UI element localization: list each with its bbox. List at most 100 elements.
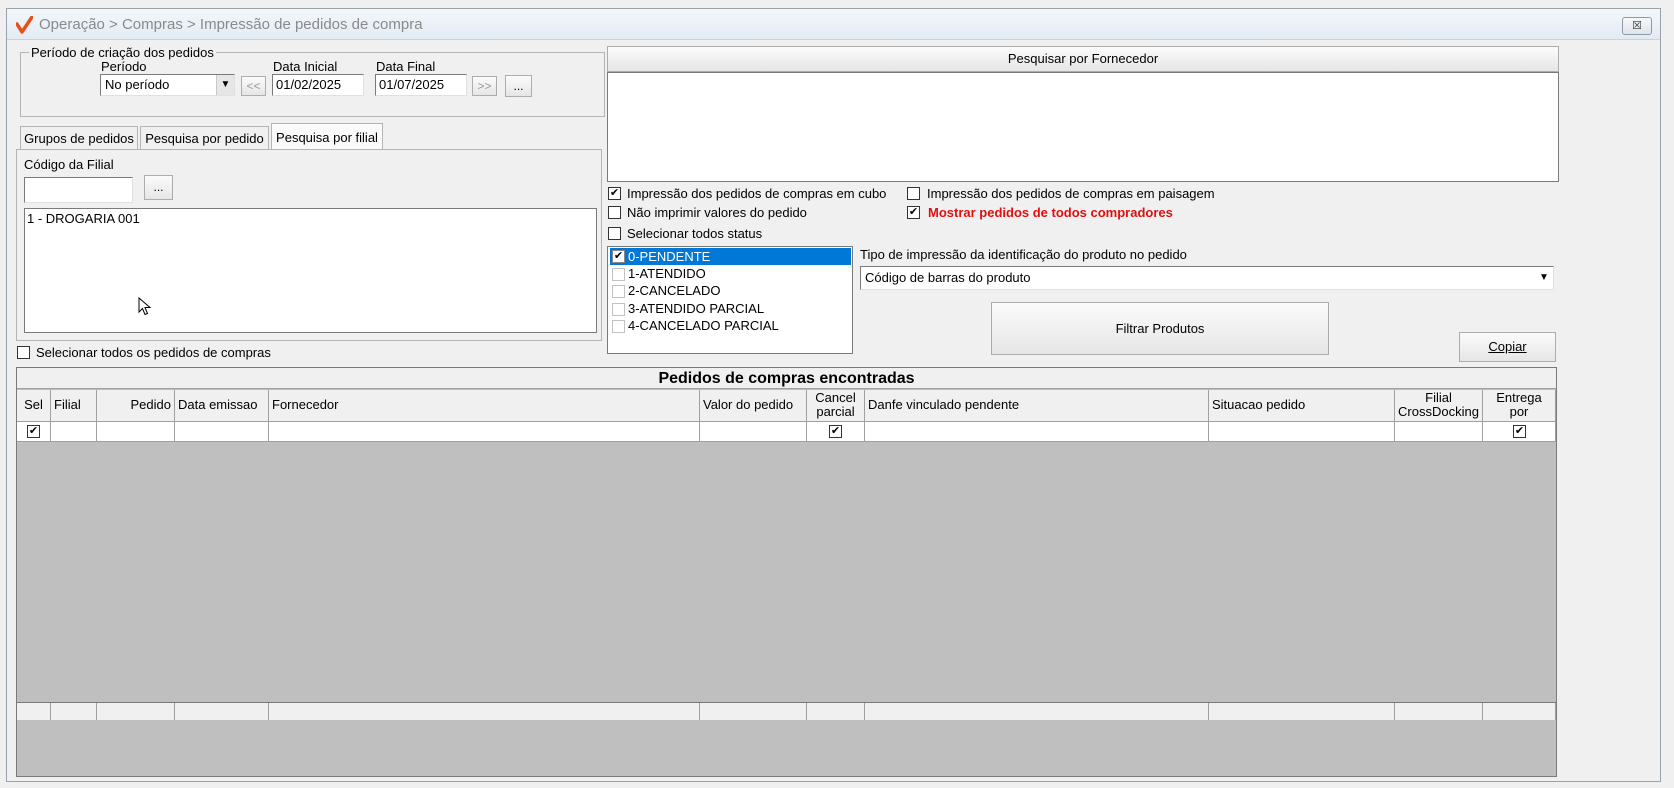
column-header-sel[interactable]: Sel [17,390,51,422]
status-checkbox[interactable] [612,285,625,298]
pedidos-grid: Pedidos de compras encontradas Sel Filial… [16,367,1557,777]
tipo-impressao-label: Tipo de impressão da identificação do pr… [860,247,1187,262]
footer-cell-fornecedor [269,703,700,720]
footer-cell-filial_cd [1395,703,1483,720]
chevron-down-icon[interactable]: ▼ [216,75,234,95]
tab-pesquisa-filial[interactable]: Pesquisa por filial [271,123,383,150]
status-label: 2-CANCELADO [628,283,721,298]
column-header-label: Sel [24,397,43,412]
table-cell-sel[interactable]: ✔ [17,422,51,442]
selecionar-status-checkbox[interactable] [608,227,621,240]
column-header-valor[interactable]: Valor do pedido [700,390,807,422]
column-header-label: Valor do pedido [703,397,794,412]
column-header-label: Entrega por OL [1496,390,1542,422]
column-header-pedido[interactable]: Pedido [97,390,175,422]
periodo-select[interactable]: No período ▼ [100,74,235,96]
list-item[interactable]: 2-CANCELADO [610,283,851,300]
row-checkbox-entrega_ol[interactable]: ✔ [1513,425,1526,438]
mostrar-todos-checkbox[interactable]: ✔ [907,206,920,219]
column-header-label: Situacao pedido [1212,397,1306,412]
periodo-select-value: No período [105,77,170,92]
list-item[interactable]: ✔ 0-PENDENTE [610,248,851,265]
copiar-button[interactable]: Copiar [1459,332,1556,362]
table-row[interactable]: ✔ ✔ ✔ [17,422,1556,442]
prev-period-button[interactable]: << [241,76,266,96]
table-cell-danfe[interactable] [865,422,1209,442]
table-cell-entrega_ol[interactable]: ✔ [1483,422,1556,442]
footer-cell-valor [700,703,807,720]
periodo-more-button[interactable]: ... [505,75,532,97]
table-cell-cancel_parcial[interactable]: ✔ [807,422,865,442]
title-bar: Operação > Compras > Impressão de pedido… [7,9,1660,40]
status-checkbox[interactable]: ✔ [612,250,625,263]
status-checkbox[interactable] [612,303,625,316]
column-header-label: Danfe vinculado pendente [868,397,1020,412]
column-header-label: Fornecedor [272,397,339,412]
list-item[interactable]: 3-ATENDIDO PARCIAL [610,301,851,318]
cubo-label: Impressão dos pedidos de compras em cubo [627,186,887,201]
table-cell-filial_cd[interactable] [1395,422,1483,442]
filtrar-produtos-button[interactable]: Filtrar Produtos [991,302,1329,355]
status-checkbox[interactable] [612,268,625,281]
chevron-down-icon[interactable]: ▼ [1535,267,1553,289]
footer-cell-sel [17,703,51,720]
paisagem-checkbox[interactable] [907,187,920,200]
footer-cell-entrega_ol [1483,703,1556,720]
data-final-label: Data Final [376,59,436,74]
row-checkbox-sel[interactable]: ✔ [27,425,40,438]
column-header-situacao[interactable]: Situacao pedido [1209,390,1395,422]
column-header-label: Data emissao [178,397,258,412]
footer-cell-data_emissao [175,703,269,720]
main-window: Operação > Compras > Impressão de pedido… [6,8,1661,782]
periodo-group-legend: Período de criação dos pedidos [31,45,214,60]
column-header-data_emissao[interactable]: Data emissao [175,390,269,422]
status-checkbox[interactable] [612,320,625,333]
column-header-filial_cd[interactable]: Filial CrossDocking [1395,390,1483,422]
tab-pesquisa-pedido[interactable]: Pesquisa por pedido [140,126,269,150]
table-cell-pedido[interactable] [97,422,175,442]
grid-footer [17,702,1556,720]
codigo-filial-input[interactable] [24,177,133,203]
pesquisar-fornecedor-button[interactable]: Pesquisar por Fornecedor [607,46,1559,72]
list-item[interactable]: 1 - DROGARIA 001 [27,211,140,226]
footer-cell-cancel_parcial [807,703,865,720]
tab-grupos-pedidos[interactable]: Grupos de pedidos [20,126,138,150]
filial-list[interactable]: 1 - DROGARIA 001 [24,208,597,333]
column-header-danfe[interactable]: Danfe vinculado pendente [865,390,1209,422]
list-item[interactable]: 4-CANCELADO PARCIAL [610,318,851,335]
data-inicial-input[interactable]: 01/02/2025 [272,74,364,96]
selecionar-status-label: Selecionar todos status [627,226,763,241]
table-cell-valor[interactable] [700,422,807,442]
data-final-input[interactable]: 01/07/2025 [375,74,467,96]
status-label: 3-ATENDIDO PARCIAL [628,301,765,316]
table-cell-filial[interactable] [51,422,97,442]
nao-imprimir-label: Não imprimir valores do pedido [627,205,807,220]
row-checkbox-cancel_parcial[interactable]: ✔ [829,425,842,438]
column-header-entrega_ol[interactable]: Entrega por OL [1483,390,1556,422]
status-list[interactable]: ✔ 0-PENDENTE 1-ATENDIDO 2-CANCELADO 3-AT… [607,246,853,354]
grid-header: Sel Filial Pedido Data emissao Fornecedor Val… [17,390,1556,422]
codigo-filial-label: Código da Filial [24,157,114,172]
table-cell-data_emissao[interactable] [175,422,269,442]
footer-cell-pedido [97,703,175,720]
fornecedor-list[interactable] [607,72,1559,182]
status-label: 0-PENDENTE [628,249,711,264]
list-item[interactable]: 1-ATENDIDO [610,266,851,283]
column-header-filial[interactable]: Filial [51,390,97,422]
next-period-button[interactable]: >> [472,76,497,96]
tipo-impressao-select[interactable]: Código de barras do produto ▼ [860,266,1554,290]
paisagem-label: Impressão dos pedidos de compras em pais… [927,186,1215,201]
selecionar-todos-pedidos-checkbox[interactable] [17,346,30,359]
table-cell-fornecedor[interactable] [269,422,700,442]
nao-imprimir-checkbox[interactable] [608,206,621,219]
cubo-checkbox[interactable]: ✔ [608,187,621,200]
tab-panel-filial: Código da Filial ... 1 - DROGARIA 001 [16,149,602,341]
filial-lookup-button[interactable]: ... [144,175,173,200]
column-header-fornecedor[interactable]: Fornecedor [269,390,700,422]
column-header-cancel_parcial[interactable]: Cancel parcial [807,390,865,422]
close-button[interactable]: ☒ [1622,17,1652,35]
table-cell-situacao[interactable] [1209,422,1395,442]
status-label: 4-CANCELADO PARCIAL [628,318,779,333]
close-icon: ☒ [1632,20,1642,32]
data-inicial-label: Data Inicial [273,59,338,74]
